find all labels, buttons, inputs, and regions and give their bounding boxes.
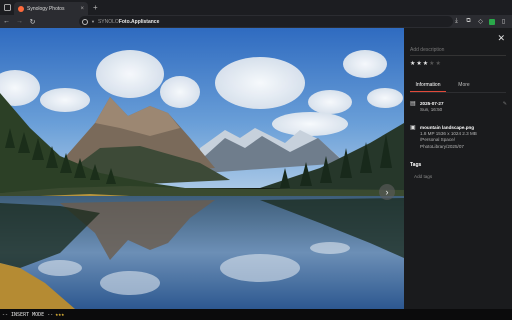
close-tab-icon[interactable]: × — [80, 6, 84, 12]
description-input[interactable]: Add description — [410, 47, 506, 56]
tab-title: Synology Photos — [27, 5, 65, 12]
rating-stars[interactable]: ★★★★★ — [410, 60, 442, 67]
file-row: ▣ mountain landscape.png 1.8 MP 1536 x 1… — [410, 125, 477, 150]
date-row: ▤ 2025-07-27 Sun, 16:50 — [410, 101, 444, 113]
calendar-icon: ▤ — [410, 101, 416, 107]
synology-photos-favicon-icon — [18, 5, 24, 12]
site-info-icon[interactable] — [82, 18, 88, 25]
new-tab-button[interactable]: + — [93, 3, 98, 12]
edit-date-icon[interactable]: ✎ — [503, 101, 507, 107]
tab-information[interactable]: Information — [410, 82, 446, 92]
forward-icon[interactable]: → — [13, 15, 26, 28]
sidebar-icon[interactable]: ▯ — [499, 17, 508, 26]
photo-viewer[interactable]: › — [0, 28, 404, 309]
navigation-bar: ← → ↻ ▼ SYNOLOFoto.Applistance ⤓ ⧉ ◇ ▯ — [0, 15, 512, 28]
tags-heading: Tags — [410, 162, 422, 168]
photo — [0, 28, 404, 309]
download-icon[interactable]: ⤓ — [452, 17, 461, 26]
mode-indicator: -- INSERT MODE -- — [2, 311, 54, 318]
extension-icon[interactable] — [489, 18, 495, 25]
address-bar[interactable]: ▼ SYNOLOFoto.Applistance — [79, 16, 453, 27]
tags-input[interactable]: Add tags — [414, 174, 432, 179]
next-photo-button[interactable]: › — [379, 184, 395, 200]
tab-more[interactable]: More — [446, 82, 482, 92]
tab-strip: Synology Photos × + — [0, 0, 512, 15]
url-text: SYNOLOFoto.Applistance — [97, 18, 160, 25]
share-icon[interactable]: ⧉ — [464, 17, 473, 26]
time-value: Sun, 16:50 — [420, 107, 443, 113]
status-stars: ★★★ — [55, 311, 65, 318]
chevron-down-icon[interactable]: ▼ — [91, 19, 95, 24]
date-value: 2025-07-27 — [420, 101, 444, 106]
browser-tab-photos[interactable]: Synology Photos × — [14, 2, 88, 15]
reload-icon[interactable]: ↻ — [26, 15, 39, 28]
panel-tabs: Information More — [410, 82, 506, 93]
close-panel-button[interactable]: ✕ — [497, 34, 505, 43]
browser-menu-icon[interactable] — [0, 0, 14, 15]
info-panel: ✕ Add description ★★★★★ Information More… — [404, 28, 512, 309]
status-line: -- INSERT MODE -- ★★★ — [0, 309, 512, 320]
back-icon[interactable]: ← — [0, 15, 13, 28]
image-icon: ▣ — [410, 125, 416, 131]
file-path-2: PhotoLibrary/2025/07 — [420, 143, 464, 149]
shield-icon[interactable]: ◇ — [476, 17, 485, 26]
file-name: mountain landscape.png — [420, 125, 475, 130]
